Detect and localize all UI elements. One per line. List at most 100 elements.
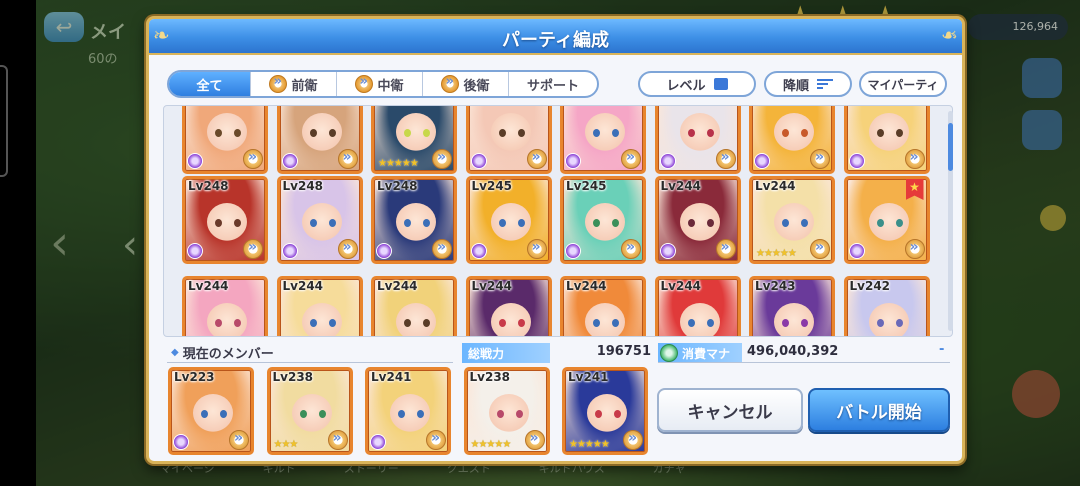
character-card[interactable]: Lv238 ★★★	[266, 367, 353, 455]
character-card[interactable]: Lv245	[465, 176, 552, 264]
character-card[interactable]: Lv248	[182, 176, 268, 264]
character-card[interactable]	[465, 106, 552, 174]
character-eyes	[309, 319, 336, 327]
menu-icon[interactable]	[1022, 58, 1062, 98]
character-card[interactable]: Lv242	[843, 276, 930, 336]
character-level: Lv243	[755, 279, 796, 293]
rank-icon	[848, 243, 865, 259]
position-icon	[524, 430, 545, 450]
mana-icon	[660, 344, 678, 362]
character-eyes	[299, 410, 326, 418]
character-level: Lv248	[188, 179, 229, 193]
character-card[interactable]: Lv238 ★★★★★	[463, 367, 550, 455]
star-rating-icon: ★★★★★	[756, 248, 797, 259]
character-card[interactable]: ★★★★★	[371, 106, 457, 174]
party-formation-dialog: ❧ ❧ パーティ編成 全て前衛中衛後衛サポート レベル 降順 マイパーティ ★★…	[146, 16, 965, 464]
character-card[interactable]: ★	[843, 176, 930, 264]
character-card[interactable]: Lv241	[365, 367, 451, 455]
menu-icon[interactable]	[1022, 110, 1062, 150]
character-card[interactable]: Lv244	[465, 276, 552, 336]
character-card[interactable]: Lv244	[654, 176, 741, 264]
currency-display: 126,964	[968, 14, 1068, 40]
dialog-header: ❧ ❧ パーティ編成	[149, 19, 962, 55]
sort-by-level-button[interactable]: レベル	[638, 71, 756, 97]
character-grid[interactable]: ★★★★★Lv248Lv248Lv248Lv245Lv245Lv244Lv244…	[163, 105, 953, 337]
chevron-left-icon: ‹	[50, 215, 70, 271]
character-level: Lv244	[566, 279, 607, 293]
character-level: Lv245	[471, 179, 513, 193]
position-icon	[621, 239, 641, 259]
position-icon	[432, 149, 452, 169]
position-icon	[243, 149, 263, 169]
position-icon	[904, 239, 925, 259]
character-eyes	[498, 129, 525, 137]
position-icon	[904, 149, 925, 169]
scrollbar-thumb[interactable]	[948, 123, 953, 171]
rank-icon	[754, 153, 770, 169]
character-card[interactable]: Lv244	[276, 276, 363, 336]
character-level: Lv242	[849, 279, 891, 293]
position-filter-tabs: 全て 前衛 中衛 後衛 サポート	[167, 70, 599, 98]
character-level: Lv238	[272, 370, 314, 384]
position-icon	[715, 239, 736, 259]
position-icon	[337, 239, 358, 259]
character-eyes	[398, 410, 424, 418]
character-card[interactable]: Lv244	[560, 276, 646, 336]
rank-icon	[659, 153, 676, 169]
star-rating-icon: ★★★★★	[470, 439, 512, 450]
filter-tab[interactable]: サポート	[509, 72, 597, 96]
character-card[interactable]	[182, 106, 268, 174]
rank-icon	[281, 153, 298, 169]
character-level: Lv244	[377, 279, 418, 293]
character-eyes	[687, 319, 714, 327]
filter-tab[interactable]: 後衛	[423, 72, 509, 96]
character-card[interactable]: Lv243	[749, 276, 835, 336]
character-eyes	[876, 319, 903, 327]
position-icon	[243, 239, 263, 259]
character-card[interactable]	[843, 106, 930, 174]
character-card[interactable]: Lv244	[654, 276, 741, 336]
lock-icon	[1040, 205, 1066, 231]
cancel-button[interactable]: キャンセル	[657, 388, 803, 432]
character-card[interactable]: Lv245	[560, 176, 646, 264]
battle-start-button[interactable]: バトル開始	[808, 388, 950, 432]
position-icon	[432, 239, 452, 259]
total-power-value: 196751	[596, 344, 651, 359]
my-party-button[interactable]: マイパーティ	[859, 71, 947, 97]
filter-tab[interactable]: 前衛	[251, 72, 337, 96]
character-eyes	[593, 129, 619, 137]
star-rating-icon: ★★★★★	[378, 158, 419, 169]
character-eyes	[876, 219, 903, 227]
character-eyes	[309, 129, 336, 137]
rank-icon	[470, 243, 487, 259]
character-eyes	[595, 410, 621, 418]
character-card[interactable]	[276, 106, 363, 174]
star-rating-icon: ★★★	[273, 439, 299, 450]
back-button[interactable]: ↩	[44, 12, 84, 42]
character-level: Lv244	[471, 279, 513, 293]
character-card[interactable]: Lv248	[276, 176, 363, 264]
character-card[interactable]	[560, 106, 646, 174]
character-card[interactable]	[749, 106, 835, 174]
character-level: Lv244	[755, 179, 796, 193]
rank-icon	[370, 434, 386, 450]
filter-tab[interactable]: 中衛	[337, 72, 423, 96]
rank-icon	[659, 243, 676, 259]
character-card[interactable]: Lv223	[168, 367, 254, 455]
character-card[interactable]: Lv248	[371, 176, 457, 264]
sort-descending-icon	[817, 78, 833, 90]
filter-tab[interactable]: 全て	[169, 72, 251, 96]
filter-tab-label: 中衛	[377, 78, 404, 94]
character-card[interactable]: Lv244 ★★★★★	[749, 176, 835, 264]
character-eyes	[404, 129, 430, 137]
position-icon	[269, 74, 288, 93]
sort-order-button[interactable]: 降順	[764, 71, 852, 97]
filter-tab-label: サポート	[526, 78, 579, 94]
rank-icon	[376, 243, 392, 259]
character-card[interactable]: Lv244	[182, 276, 268, 336]
character-card[interactable]	[654, 106, 741, 174]
character-card[interactable]: Lv244	[371, 276, 457, 336]
character-card[interactable]: Lv241 ★★★★★	[562, 367, 648, 455]
position-icon	[810, 149, 830, 169]
character-level: Lv244	[660, 179, 702, 193]
